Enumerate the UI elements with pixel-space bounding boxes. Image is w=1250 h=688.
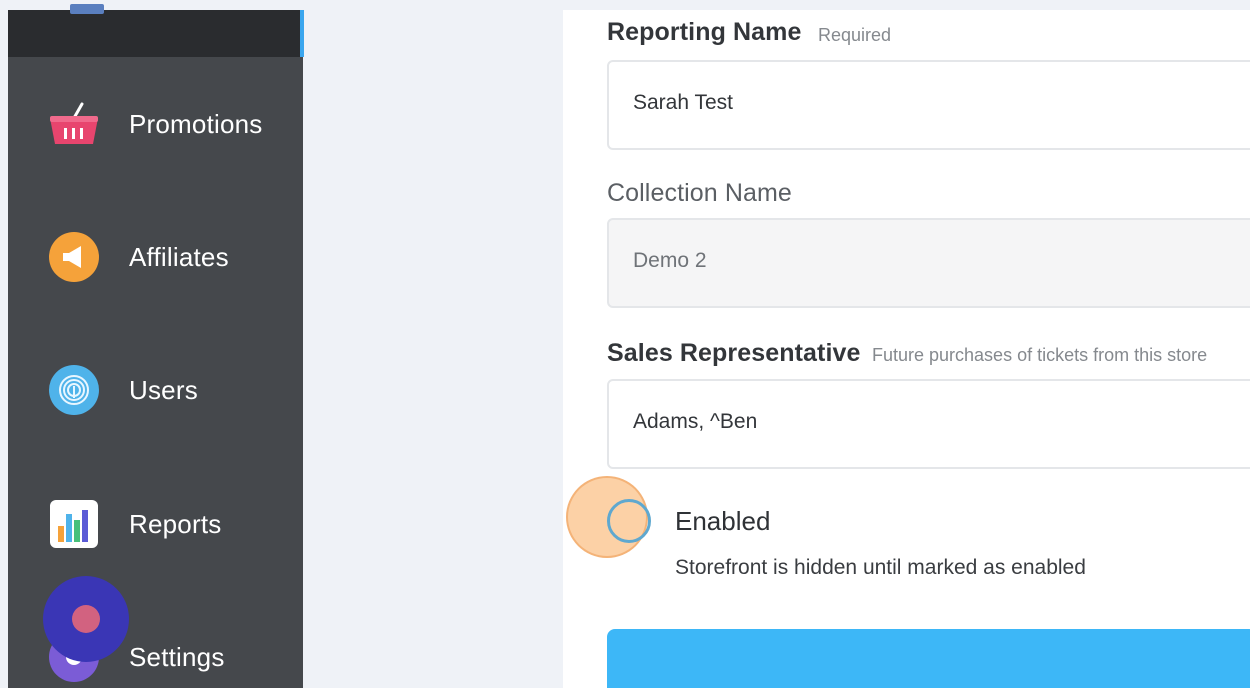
enabled-help-text: Storefront is hidden until marked as ena… (675, 556, 1086, 579)
sidebar-item-label: Reports (129, 508, 222, 539)
input-value: Sarah Test (633, 91, 734, 114)
dashboard-icon (70, 4, 104, 14)
reporting-name-input[interactable]: Sarah Test (607, 60, 1250, 150)
sidebar-item-label: Users (129, 374, 198, 405)
input-value: Adams, ^Ben (633, 410, 758, 433)
field-label-text: Sales Representative (607, 339, 861, 367)
bar-chart-icon (48, 498, 100, 550)
sidebar-item-label: Promotions (129, 108, 263, 139)
record-button[interactable] (43, 576, 129, 662)
sidebar-item-promotions[interactable]: Promotions (8, 94, 303, 154)
collection-name-label: Collection Name (607, 179, 792, 208)
sidebar: Promotions Affiliates Users Reports Sett… (8, 4, 304, 688)
fingerprint-icon (48, 364, 100, 416)
collection-name-input[interactable]: Demo 2 (607, 218, 1250, 308)
sales-rep-label: Sales Representative (607, 339, 861, 368)
megaphone-icon (48, 231, 100, 283)
basket-icon (48, 98, 100, 150)
sidebar-item-active[interactable] (8, 4, 304, 57)
record-dot-icon (72, 605, 100, 633)
sidebar-item-users[interactable]: Users (8, 360, 303, 420)
sales-rep-hint: Future purchases of tickets from this st… (872, 345, 1208, 365)
enabled-checkbox[interactable] (607, 499, 651, 543)
input-value: Demo 2 (633, 249, 707, 272)
save-button[interactable] (607, 629, 1250, 688)
active-indicator (300, 10, 304, 57)
required-hint: Required (818, 25, 892, 45)
enabled-label[interactable]: Enabled (675, 506, 770, 537)
field-label-text: Collection Name (607, 179, 792, 207)
sidebar-item-reports[interactable]: Reports (8, 494, 303, 554)
sales-rep-select[interactable]: Adams, ^Ben (607, 379, 1250, 469)
sidebar-item-affiliates[interactable]: Affiliates (8, 227, 303, 287)
sidebar-item-label: Affiliates (129, 241, 229, 272)
app-window: Promotions Affiliates Users Reports Sett… (0, 0, 1250, 688)
field-label-text: Reporting Name (607, 18, 802, 46)
reporting-name-label: Reporting Name (607, 18, 801, 47)
sidebar-item-label: Settings (129, 641, 225, 672)
